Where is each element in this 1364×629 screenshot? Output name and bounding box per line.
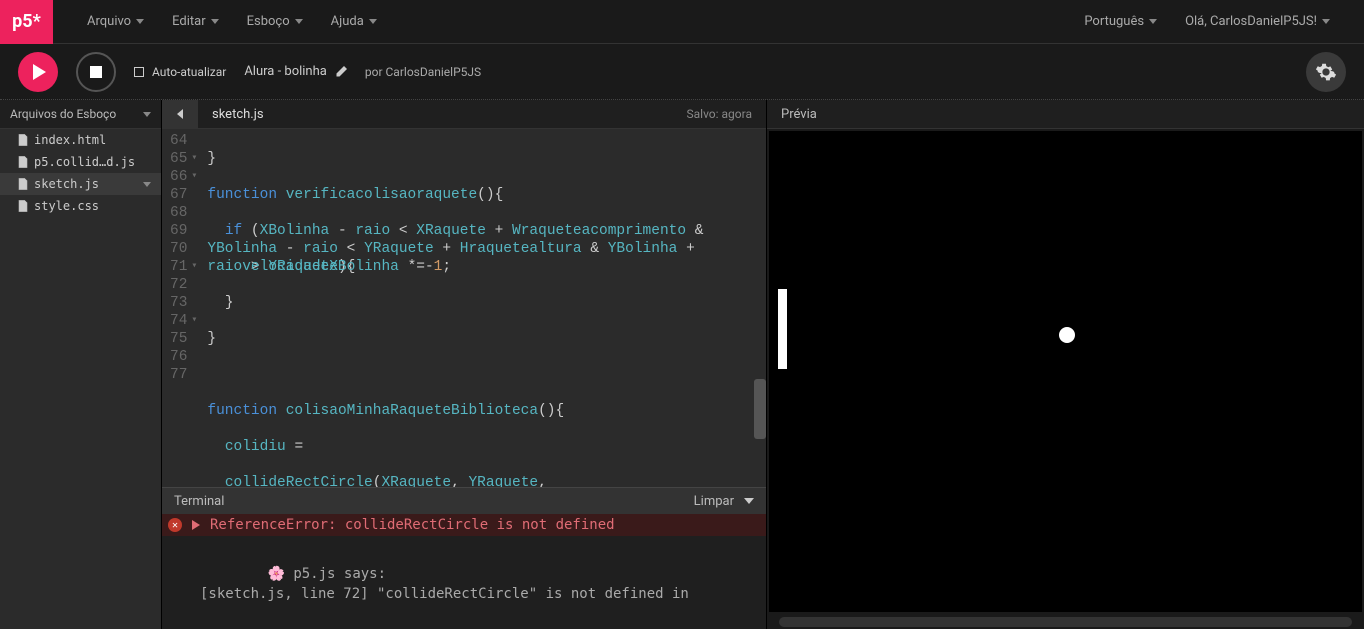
user-menu[interactable]: Olá, CarlosDanielP5JS! — [1171, 0, 1344, 44]
file-name: style.css — [34, 199, 99, 213]
editor-tab[interactable]: sketch.js — [198, 107, 278, 122]
error-icon: ✕ — [168, 518, 182, 532]
menu-label: Ajuda — [331, 14, 364, 29]
sidebar: Arquivos do Esboço index.html p5.collid…d… — [0, 100, 162, 629]
menu-arquivo[interactable]: Arquivo — [73, 0, 158, 44]
error-expand-icon[interactable] — [192, 520, 200, 530]
stop-icon — [90, 66, 102, 78]
ball — [1059, 327, 1075, 343]
sketch-author: por CarlosDanielP5JS — [365, 65, 481, 79]
chevron-down-icon — [136, 19, 144, 24]
fold-column: ▾ ▾ ▾ ▾ — [191, 129, 201, 487]
pencil-icon — [335, 66, 347, 78]
file-icon — [18, 156, 28, 168]
sidebar-header[interactable]: Arquivos do Esboço — [0, 100, 161, 129]
checkbox-icon — [134, 67, 144, 77]
autorefresh-toggle[interactable]: Auto-atualizar — [134, 65, 226, 79]
chevron-down-icon — [295, 19, 303, 24]
sketch-name-text: Alura - bolinha — [244, 64, 327, 79]
language-selector[interactable]: Português — [1070, 0, 1171, 44]
autorefresh-label: Auto-atualizar — [152, 65, 226, 79]
menu-label: Editar — [172, 14, 206, 29]
error-line: ✕ ReferenceError: collideRectCircle is n… — [162, 514, 766, 536]
settings-button[interactable] — [1306, 52, 1346, 92]
chevron-down-icon — [1322, 19, 1330, 24]
menu-ajuda[interactable]: Ajuda — [317, 0, 391, 44]
line-gutter: 64 65 66 67 68 69 70 71 72 73 74 75 76 7… — [162, 129, 191, 487]
p5-logo[interactable]: p5* — [0, 0, 53, 44]
file-name: p5.collid…d.js — [34, 155, 135, 169]
play-button[interactable] — [18, 52, 58, 92]
menu-editar[interactable]: Editar — [158, 0, 233, 44]
terminal[interactable]: ✕ ReferenceError: collideRectCircle is n… — [162, 514, 766, 629]
menu-esboco[interactable]: Esboço — [233, 0, 317, 44]
stop-button[interactable] — [76, 52, 116, 92]
collapse-sidebar-button[interactable] — [162, 100, 198, 129]
file-item[interactable]: sketch.js — [0, 173, 161, 195]
chevron-down-icon — [211, 19, 219, 24]
menu-label: Arquivo — [87, 14, 131, 29]
menu-label: Esboço — [247, 14, 290, 29]
editor-scrollbar[interactable] — [754, 129, 766, 487]
scroll-thumb[interactable] — [754, 379, 766, 439]
file-name: index.html — [34, 133, 106, 147]
user-greeting: Olá, CarlosDanielP5JS! — [1185, 14, 1317, 29]
chevron-down-icon[interactable] — [744, 498, 754, 504]
gear-icon — [1315, 61, 1337, 83]
chevron-down-icon — [1149, 19, 1157, 24]
chevron-down-icon — [143, 182, 151, 187]
file-item[interactable]: index.html — [0, 129, 161, 151]
flower-icon: 🌸 — [267, 564, 284, 584]
file-icon — [18, 134, 28, 146]
save-status: Salvo: agora — [687, 107, 767, 121]
error-text: ReferenceError: collideRectCircle is not… — [210, 517, 615, 533]
chevron-down-icon — [143, 112, 151, 117]
preview-canvas — [769, 131, 1362, 612]
sketch-name[interactable]: Alura - bolinha — [244, 64, 347, 79]
preview-scrollbar[interactable] — [767, 614, 1364, 629]
paddle — [778, 289, 787, 369]
sidebar-title: Arquivos do Esboço — [10, 107, 116, 121]
chevron-left-icon — [177, 109, 183, 119]
file-item[interactable]: style.css — [0, 195, 161, 217]
scroll-track[interactable] — [779, 617, 1352, 627]
file-name: sketch.js — [34, 177, 99, 191]
preview-title: Prévia — [781, 107, 817, 122]
terminal-clear-button[interactable]: Limpar — [694, 494, 734, 509]
file-icon — [18, 178, 28, 190]
file-item[interactable]: p5.collid…d.js — [0, 151, 161, 173]
terminal-title: Terminal — [174, 494, 224, 509]
terminal-message: 🌸 p5.js says: [sketch.js, line 72] "coll… — [200, 544, 756, 624]
play-icon — [33, 64, 46, 80]
file-icon — [18, 200, 28, 212]
code-editor[interactable]: 64 65 66 67 68 69 70 71 72 73 74 75 76 7… — [162, 129, 766, 487]
language-label: Português — [1084, 14, 1144, 29]
code-lines: } function verificacolisaoraquete(){ if … — [201, 129, 766, 487]
chevron-down-icon — [369, 19, 377, 24]
